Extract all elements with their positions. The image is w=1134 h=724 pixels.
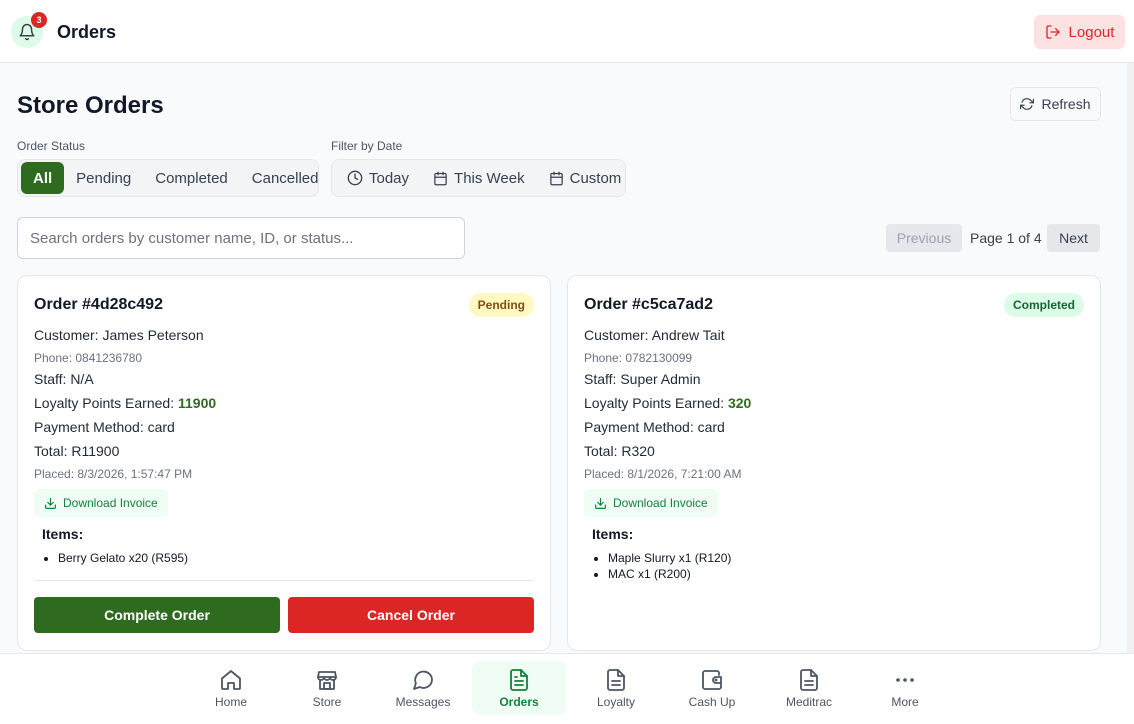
nav-orders-label: Orders (499, 694, 539, 709)
items-heading: Items: (592, 526, 634, 542)
download-invoice-button[interactable]: Download Invoice (584, 489, 718, 517)
nav-cash-up-label: Cash Up (688, 694, 736, 709)
order-total: Total: R11900 (34, 443, 120, 459)
cancel-order-button[interactable]: Cancel Order (288, 597, 534, 633)
date-filter-this-week-label: This Week (454, 169, 525, 187)
nav-more[interactable]: More (858, 661, 952, 715)
order-status-label: Order Status (17, 139, 86, 153)
logout-button[interactable]: Logout (1034, 15, 1125, 49)
payment-method: Payment Method: card (584, 419, 725, 435)
download-invoice-label: Download Invoice (613, 496, 708, 510)
nav-loyalty-label: Loyalty (596, 694, 636, 709)
placed-date: Placed: 8/3/2026, 1:57:47 PM (34, 467, 193, 481)
items-heading: Items: (42, 526, 84, 542)
placed-date: Placed: 8/1/2026, 7:21:00 AM (584, 467, 742, 481)
search-input[interactable] (17, 217, 465, 259)
clock-icon (347, 170, 363, 186)
scrollbar[interactable] (1127, 63, 1134, 653)
customer-name: Customer: Andrew Tait (584, 327, 725, 343)
home-icon (221, 669, 241, 690)
logout-icon (1045, 25, 1060, 39)
list-item: MAC x1 (R200) (608, 566, 731, 582)
previous-page-button[interactable]: Previous (886, 224, 962, 252)
nav-meditrac-label: Meditrac (785, 694, 832, 709)
store-icon (317, 670, 337, 690)
loyalty-points: Loyalty Points Earned: 320 (584, 395, 751, 411)
download-invoice-label: Download Invoice (63, 496, 158, 510)
date-filter-this-week[interactable]: This Week (421, 162, 537, 194)
refresh-button[interactable]: Refresh (1010, 87, 1101, 121)
next-page-button[interactable]: Next (1047, 224, 1100, 252)
loyalty-points-value: 11900 (177, 395, 217, 411)
status-filter-all[interactable]: All (21, 162, 65, 194)
orders-icon (510, 668, 528, 691)
document-icon (800, 668, 818, 691)
nav-store-label: Store (312, 694, 342, 709)
loyalty-points-value: 320 (727, 395, 752, 411)
wallet-icon (702, 669, 722, 690)
status-filter-pending[interactable]: Pending (64, 162, 143, 194)
loyalty-points: Loyalty Points Earned: 11900 (34, 395, 216, 411)
nav-home-label: Home (214, 694, 247, 709)
staff-name: Staff: Super Admin (584, 371, 701, 387)
status-badge: Pending (468, 293, 534, 317)
loyalty-points-label: Loyalty Points Earned: (34, 395, 178, 411)
notification-button[interactable]: 3 (11, 12, 47, 48)
customer-phone: Phone: 0841236780 (34, 351, 143, 365)
download-icon (45, 497, 56, 509)
page-title: Orders (57, 22, 117, 42)
payment-method: Payment Method: card (34, 419, 175, 435)
order-status-filter: All Pending Completed Cancelled (17, 159, 319, 197)
refresh-icon (1020, 98, 1035, 110)
nav-store[interactable]: Store (280, 661, 374, 715)
divider (34, 580, 534, 581)
nav-messages[interactable]: Messages (376, 661, 470, 715)
order-card: Order #4d28c492 Pending Customer: James … (17, 275, 551, 651)
complete-order-button[interactable]: Complete Order (34, 597, 280, 633)
loyalty-points-label: Loyalty Points Earned: (584, 395, 728, 411)
filter-by-date-label: Filter by Date (331, 139, 403, 153)
calendar-icon (549, 171, 563, 185)
download-invoice-button[interactable]: Download Invoice (34, 489, 168, 517)
message-icon (413, 670, 433, 690)
customer-name: Customer: James Peterson (34, 327, 204, 343)
nav-orders[interactable]: Orders (472, 661, 566, 715)
order-title: Order #4d28c492 (34, 296, 163, 313)
nav-more-label: More (891, 694, 919, 709)
section-heading: Store Orders (17, 92, 164, 119)
logout-label: Logout (1068, 23, 1115, 41)
staff-name: Staff: N/A (34, 371, 94, 387)
date-filter-custom-label: Custom (569, 169, 622, 187)
items-list: Maple Slurry x1 (R120) MAC x1 (R200) (608, 550, 731, 582)
order-title: Order #c5ca7ad2 (584, 296, 713, 313)
status-filter-cancelled[interactable]: Cancelled (240, 162, 331, 194)
calendar-icon (434, 171, 447, 185)
customer-phone: Phone: 0782130099 (584, 351, 693, 365)
refresh-label: Refresh (1041, 96, 1091, 112)
order-total: Total: R320 (584, 443, 655, 459)
status-badge: Completed (1003, 293, 1084, 317)
top-bar: 3 Orders Logout (0, 0, 1134, 63)
date-filter: Today This Week Custom (331, 159, 626, 197)
order-card: Order #c5ca7ad2 Completed Customer: Andr… (567, 275, 1101, 651)
page-info: Page 1 of 4 (970, 230, 1042, 246)
items-list: Berry Gelato x20 (R595) (58, 550, 188, 566)
more-icon (896, 677, 914, 682)
nav-cash-up[interactable]: Cash Up (665, 661, 759, 715)
status-filter-completed[interactable]: Completed (143, 162, 240, 194)
list-item: Berry Gelato x20 (R595) (58, 550, 188, 566)
date-filter-custom[interactable]: Custom (537, 162, 634, 194)
document-icon (607, 668, 625, 691)
date-filter-today[interactable]: Today (335, 162, 421, 194)
notification-count-badge: 3 (31, 12, 47, 28)
nav-home[interactable]: Home (184, 661, 278, 715)
nav-meditrac[interactable]: Meditrac (762, 661, 856, 715)
bottom-navigation: Home Store Messages Orders Loyalty Cash … (0, 653, 1134, 724)
download-icon (595, 497, 606, 509)
nav-messages-label: Messages (395, 694, 451, 709)
list-item: Maple Slurry x1 (R120) (608, 550, 731, 566)
date-filter-today-label: Today (369, 169, 410, 187)
nav-loyalty[interactable]: Loyalty (569, 661, 663, 715)
